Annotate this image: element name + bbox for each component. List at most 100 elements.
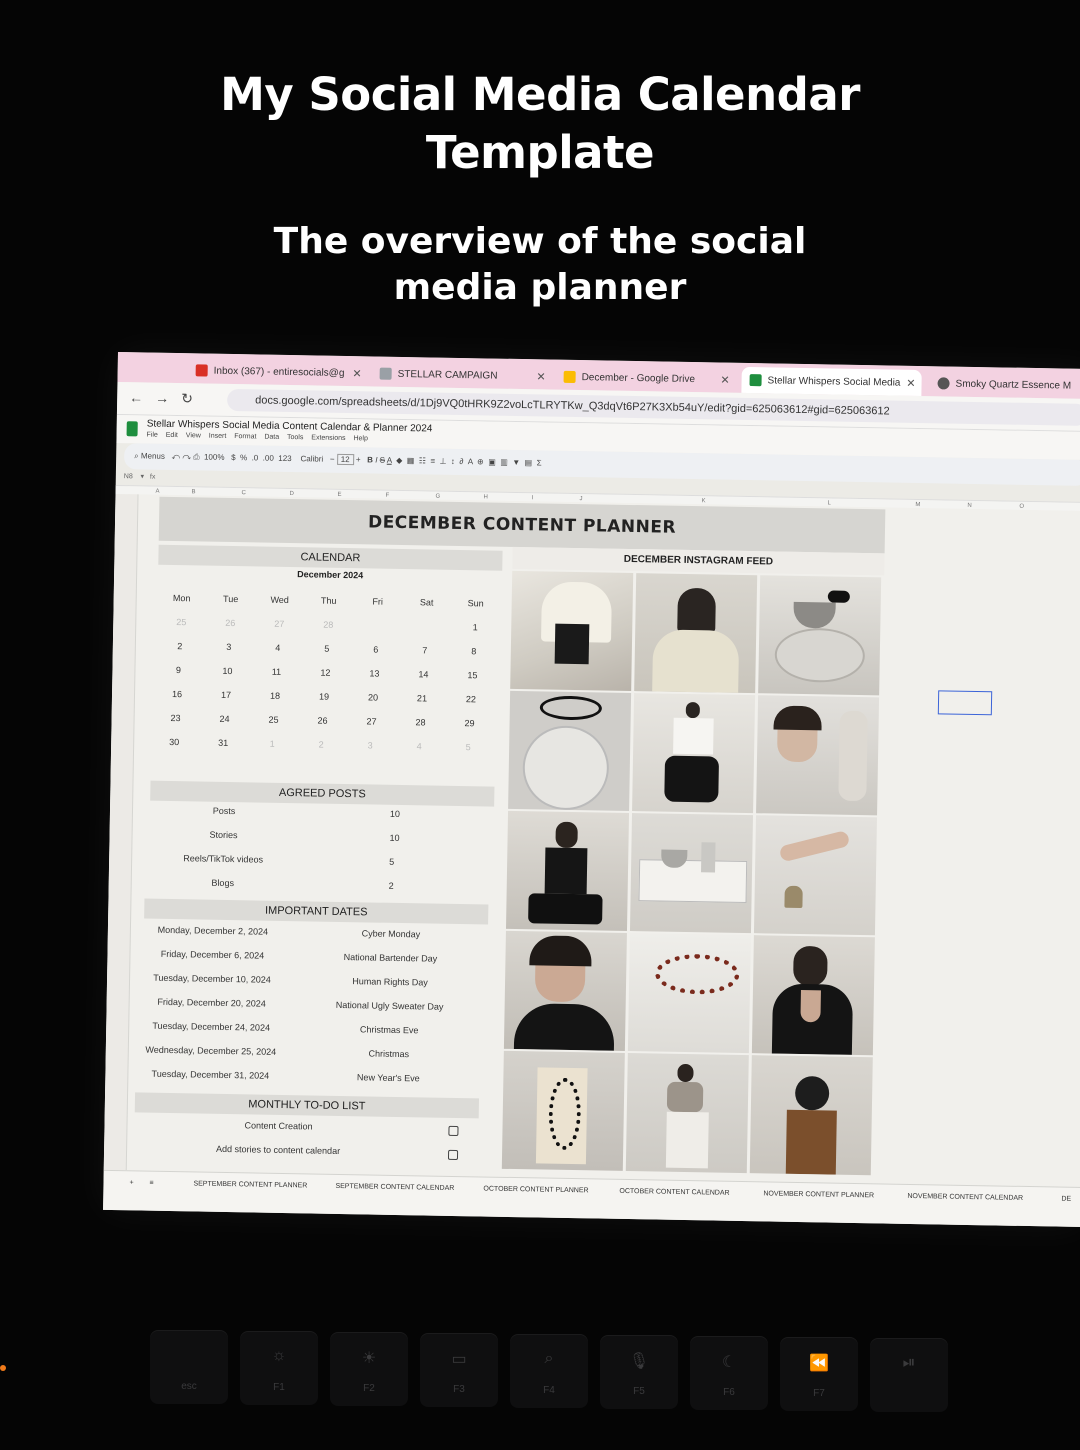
browser-tab-active[interactable]: Stellar Whispers Social Media ✕ (741, 366, 922, 397)
calendar-day[interactable]: 21 (398, 693, 446, 704)
sheet-tab[interactable]: NOVEMBER CONTENT PLANNER (763, 1190, 874, 1199)
redo-icon[interactable]: ↷ (182, 452, 191, 461)
strikethrough-button[interactable]: S (380, 456, 386, 465)
sheet-tab[interactable]: SEPTEMBER CONTENT CALENDAR (335, 1183, 454, 1192)
calendar-day[interactable]: 30 (150, 737, 198, 748)
menu-view[interactable]: View (186, 432, 201, 439)
keyboard-key[interactable]: ☼ F1 (240, 1331, 318, 1405)
search-menus-button[interactable]: ⌕ Menus (134, 451, 165, 461)
forward-arrow-icon[interactable]: → (155, 390, 169, 406)
calendar-day[interactable]: 28 (304, 619, 352, 630)
sheet-tab[interactable]: SEPTEMBER CONTENT PLANNER (193, 1180, 307, 1189)
close-icon[interactable]: ✕ (352, 367, 361, 380)
planner-title: DECEMBER CONTENT PLANNER (158, 496, 886, 554)
add-sheet-button[interactable]: + (129, 1179, 133, 1186)
menu-edit[interactable]: Edit (166, 432, 178, 439)
calendar-day[interactable]: 3 (205, 642, 253, 653)
sheet-tab[interactable]: NOVEMBER CONTENT CALENDAR (907, 1193, 1023, 1202)
calendar-day[interactable]: 24 (201, 713, 249, 724)
calendar-day[interactable]: 1 (451, 622, 499, 633)
calendar-day[interactable]: 14 (399, 669, 447, 680)
keyboard-key[interactable]: ☾ F6 (690, 1336, 768, 1410)
calendar-day[interactable]: 13 (350, 668, 398, 679)
todo-checkbox[interactable] (447, 1149, 459, 1161)
calendar-day[interactable]: 26 (299, 715, 347, 726)
browser-tab[interactable]: December - Google Drive ✕ (555, 364, 735, 393)
keyboard-key[interactable]: ⏯ (870, 1338, 948, 1412)
calendar-day[interactable]: 31 (199, 737, 247, 748)
browser-tab[interactable]: Smoky Quartz Essence M (929, 370, 1080, 399)
calendar-day[interactable]: 25 (157, 617, 205, 628)
calendar-day[interactable]: 5 (444, 742, 492, 753)
undo-icon[interactable]: ↶ (171, 452, 180, 461)
print-icon[interactable]: ⎙ (193, 452, 200, 461)
browser-tab[interactable]: STELLAR CAMPAIGN ✕ (371, 360, 551, 389)
calendar-day[interactable]: 1 (248, 738, 296, 749)
back-arrow-icon[interactable]: ← (129, 389, 143, 405)
selected-cell[interactable] (937, 690, 993, 716)
menu-insert[interactable]: Insert (209, 433, 227, 440)
all-sheets-icon[interactable]: ≡ (149, 1180, 153, 1187)
calendar-day[interactable]: 29 (445, 718, 493, 729)
close-icon[interactable]: ✕ (536, 370, 545, 383)
calendar-day[interactable]: 5 (303, 643, 351, 654)
sheet-tab[interactable]: OCTOBER CONTENT PLANNER (483, 1186, 588, 1195)
calendar-day[interactable]: 2 (297, 739, 345, 750)
sheets-logo-icon[interactable] (126, 421, 138, 437)
calendar-day[interactable]: 25 (250, 714, 298, 725)
keyboard-key[interactable]: ▭ F3 (420, 1333, 498, 1407)
menu-data[interactable]: Data (264, 434, 279, 441)
menu-tools[interactable]: Tools (287, 434, 303, 441)
calendar-day[interactable]: 9 (154, 665, 202, 676)
feed-photo (505, 810, 630, 931)
calendar-day[interactable]: 20 (349, 692, 397, 703)
font-select[interactable]: Calibri (300, 454, 323, 463)
calendar-day[interactable]: 12 (301, 667, 349, 678)
calendar-day[interactable]: 17 (202, 690, 250, 701)
menu-extensions[interactable]: Extensions (311, 434, 345, 442)
calendar-day[interactable]: 2 (156, 641, 204, 652)
calendar-day[interactable]: 16 (153, 689, 201, 700)
close-icon[interactable]: ✕ (906, 376, 915, 389)
calendar-day[interactable]: 10 (203, 666, 251, 677)
reload-icon[interactable]: ↻ (181, 390, 193, 407)
sheet-tab[interactable]: OCTOBER CONTENT CALENDAR (619, 1188, 729, 1197)
calendar-day[interactable]: 4 (395, 741, 443, 752)
calendar-day[interactable]: 3 (346, 740, 394, 751)
keyboard-key[interactable]: esc (150, 1330, 228, 1404)
calendar-day[interactable] (353, 620, 401, 621)
keyboard-key[interactable]: ⏪ F7 (780, 1337, 858, 1411)
calendar-day[interactable]: 27 (255, 618, 303, 629)
calendar-day[interactable]: 26 (206, 618, 254, 629)
spreadsheet-grid[interactable]: DECEMBER CONTENT PLANNER CALENDAR Decemb… (103, 493, 1080, 1187)
text-color-button[interactable]: A (387, 456, 392, 465)
bold-button[interactable]: B (367, 455, 373, 464)
menu-format[interactable]: Format (234, 433, 256, 440)
keyboard-key[interactable]: ⌕ F4 (510, 1334, 588, 1408)
italic-button[interactable]: I (375, 456, 377, 465)
cell-reference[interactable]: N8 (124, 473, 133, 480)
keyboard-key[interactable]: 🎙 F5 (600, 1335, 678, 1409)
calendar-day[interactable]: 15 (448, 670, 496, 681)
calendar-day[interactable]: 23 (152, 713, 200, 724)
calendar-day[interactable]: 8 (450, 646, 498, 657)
calendar-day[interactable]: 18 (251, 690, 299, 701)
sheet-tab[interactable]: DE (1061, 1196, 1071, 1203)
calendar-day[interactable]: 11 (252, 666, 300, 677)
calendar-day[interactable] (402, 621, 450, 622)
browser-tab[interactable]: Inbox (367) - entiresocials@g ✕ (187, 357, 367, 386)
todo-checkbox[interactable] (448, 1125, 459, 1137)
font-size-field[interactable]: 12 (336, 453, 354, 466)
calendar-day[interactable]: 4 (254, 642, 302, 653)
calendar-day[interactable]: 22 (447, 694, 495, 705)
keyboard-key[interactable]: ☀ F2 (330, 1332, 408, 1406)
calendar-day[interactable]: 28 (396, 717, 444, 728)
calendar-day[interactable]: 7 (401, 645, 449, 656)
zoom-select[interactable]: 100% (204, 453, 225, 462)
close-icon[interactable]: ✕ (720, 373, 729, 386)
calendar-day[interactable]: 6 (352, 644, 400, 655)
menu-file[interactable]: File (146, 432, 157, 439)
calendar-day[interactable]: 27 (348, 716, 396, 727)
calendar-day[interactable]: 19 (300, 691, 348, 702)
menu-help[interactable]: Help (353, 435, 368, 442)
